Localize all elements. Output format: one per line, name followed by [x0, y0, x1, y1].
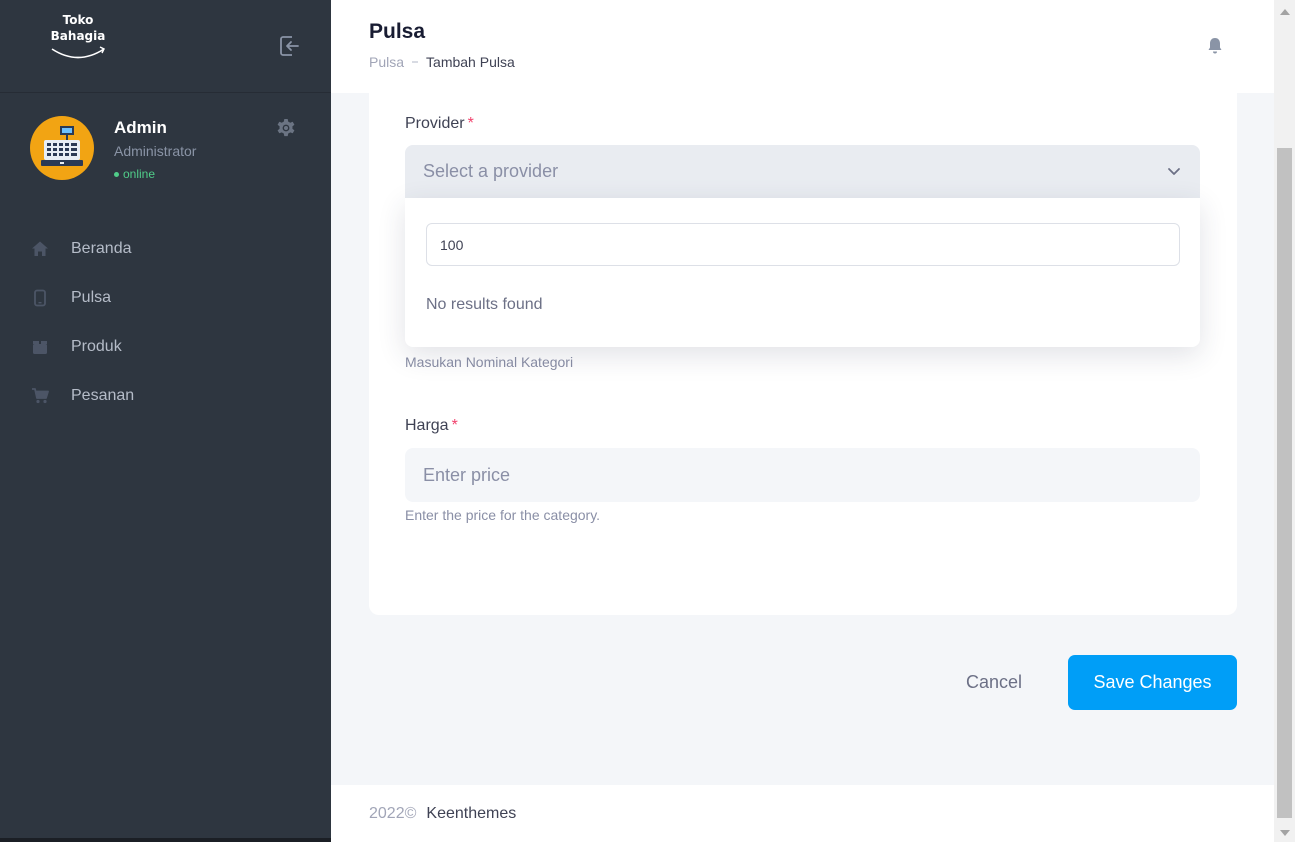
user-panel: Admin Administrator online — [30, 116, 310, 186]
user-role: Administrator — [114, 143, 197, 159]
save-changes-button[interactable]: Save Changes — [1068, 655, 1237, 710]
breadcrumb-current: Tambah Pulsa — [426, 54, 515, 70]
sidebar-nav: Beranda Pulsa Produk Pesanan — [0, 224, 331, 420]
logo-text-line1: Toko — [62, 13, 94, 27]
sidebar-item-label: Pulsa — [71, 288, 112, 306]
cash-register-icon — [41, 126, 83, 166]
user-status: online — [114, 167, 155, 181]
breadcrumb: Pulsa Tambah Pulsa — [369, 54, 515, 70]
footer: 2022© Keenthemes — [331, 785, 1274, 842]
price-helper-text: Enter the price for the category. — [405, 507, 601, 523]
sidebar-header: Toko Bahagia — [0, 0, 331, 93]
footer-copyright: 2022© — [369, 804, 417, 822]
provider-select[interactable]: Select a provider — [405, 145, 1200, 198]
logo-text-line2: Bahagia — [50, 29, 106, 43]
scroll-down-arrow-icon[interactable] — [1280, 830, 1290, 836]
provider-label-text: Provider — [405, 115, 465, 132]
page-title: Pulsa — [369, 20, 426, 43]
price-label: Harga * — [405, 417, 458, 435]
home-icon — [30, 239, 50, 259]
sidebar-item-label: Produk — [71, 337, 122, 355]
collapse-arrow-icon — [280, 36, 300, 56]
form-card: Provider * Select a provider Masukan Nomi… — [369, 93, 1237, 615]
phone-icon — [30, 288, 50, 308]
breadcrumb-separator — [412, 61, 419, 63]
nominal-helper-text: Masukan Nominal Kategori — [405, 354, 574, 370]
status-dot-icon — [114, 172, 119, 178]
gear-icon — [277, 119, 295, 137]
sidebar-item-label: Pesanan — [71, 386, 135, 404]
breadcrumb-link-pulsa[interactable]: Pulsa — [369, 54, 404, 70]
price-input[interactable] — [405, 448, 1200, 502]
bell-icon — [1208, 38, 1222, 54]
box-icon — [30, 337, 50, 357]
cart-icon — [30, 386, 50, 406]
required-mark: * — [451, 417, 458, 434]
avatar — [30, 116, 94, 180]
sidebar-item-label: Beranda — [71, 239, 132, 257]
sidebar-collapse-button[interactable] — [278, 34, 302, 58]
provider-select-placeholder: Select a provider — [423, 161, 559, 181]
provider-dropdown: No results found — [405, 198, 1200, 347]
page-header: Pulsa Pulsa Tambah Pulsa — [331, 0, 1274, 93]
page-scrollbar[interactable] — [1274, 0, 1295, 842]
required-mark: * — [467, 115, 474, 132]
sidebar-item-beranda[interactable]: Beranda — [0, 224, 331, 273]
user-name: Admin — [114, 118, 167, 137]
cancel-button[interactable]: Cancel — [948, 656, 1040, 708]
scrollbar-thumb[interactable] — [1277, 148, 1292, 818]
notifications-button[interactable] — [1205, 36, 1225, 56]
sidebar-bottom-divider — [0, 838, 331, 842]
settings-button[interactable] — [274, 116, 298, 140]
app-logo[interactable]: Toko Bahagia — [46, 12, 110, 62]
chevron-down-icon — [1168, 168, 1180, 175]
footer-link[interactable]: Keenthemes — [426, 805, 516, 823]
sidebar-item-pulsa[interactable]: Pulsa — [0, 273, 331, 322]
user-status-text: online — [123, 167, 156, 181]
sidebar-item-produk[interactable]: Produk — [0, 322, 331, 371]
logo-smile-icon — [51, 46, 105, 59]
dropdown-empty-message: No results found — [426, 296, 543, 313]
sidebar-item-pesanan[interactable]: Pesanan — [0, 371, 331, 420]
provider-label: Provider * — [405, 115, 474, 133]
price-label-text: Harga — [405, 417, 449, 434]
provider-search-input[interactable] — [426, 223, 1180, 266]
sidebar: Toko Bahagia Admin Administrator online … — [0, 0, 331, 842]
scroll-up-arrow-icon[interactable] — [1280, 9, 1290, 15]
